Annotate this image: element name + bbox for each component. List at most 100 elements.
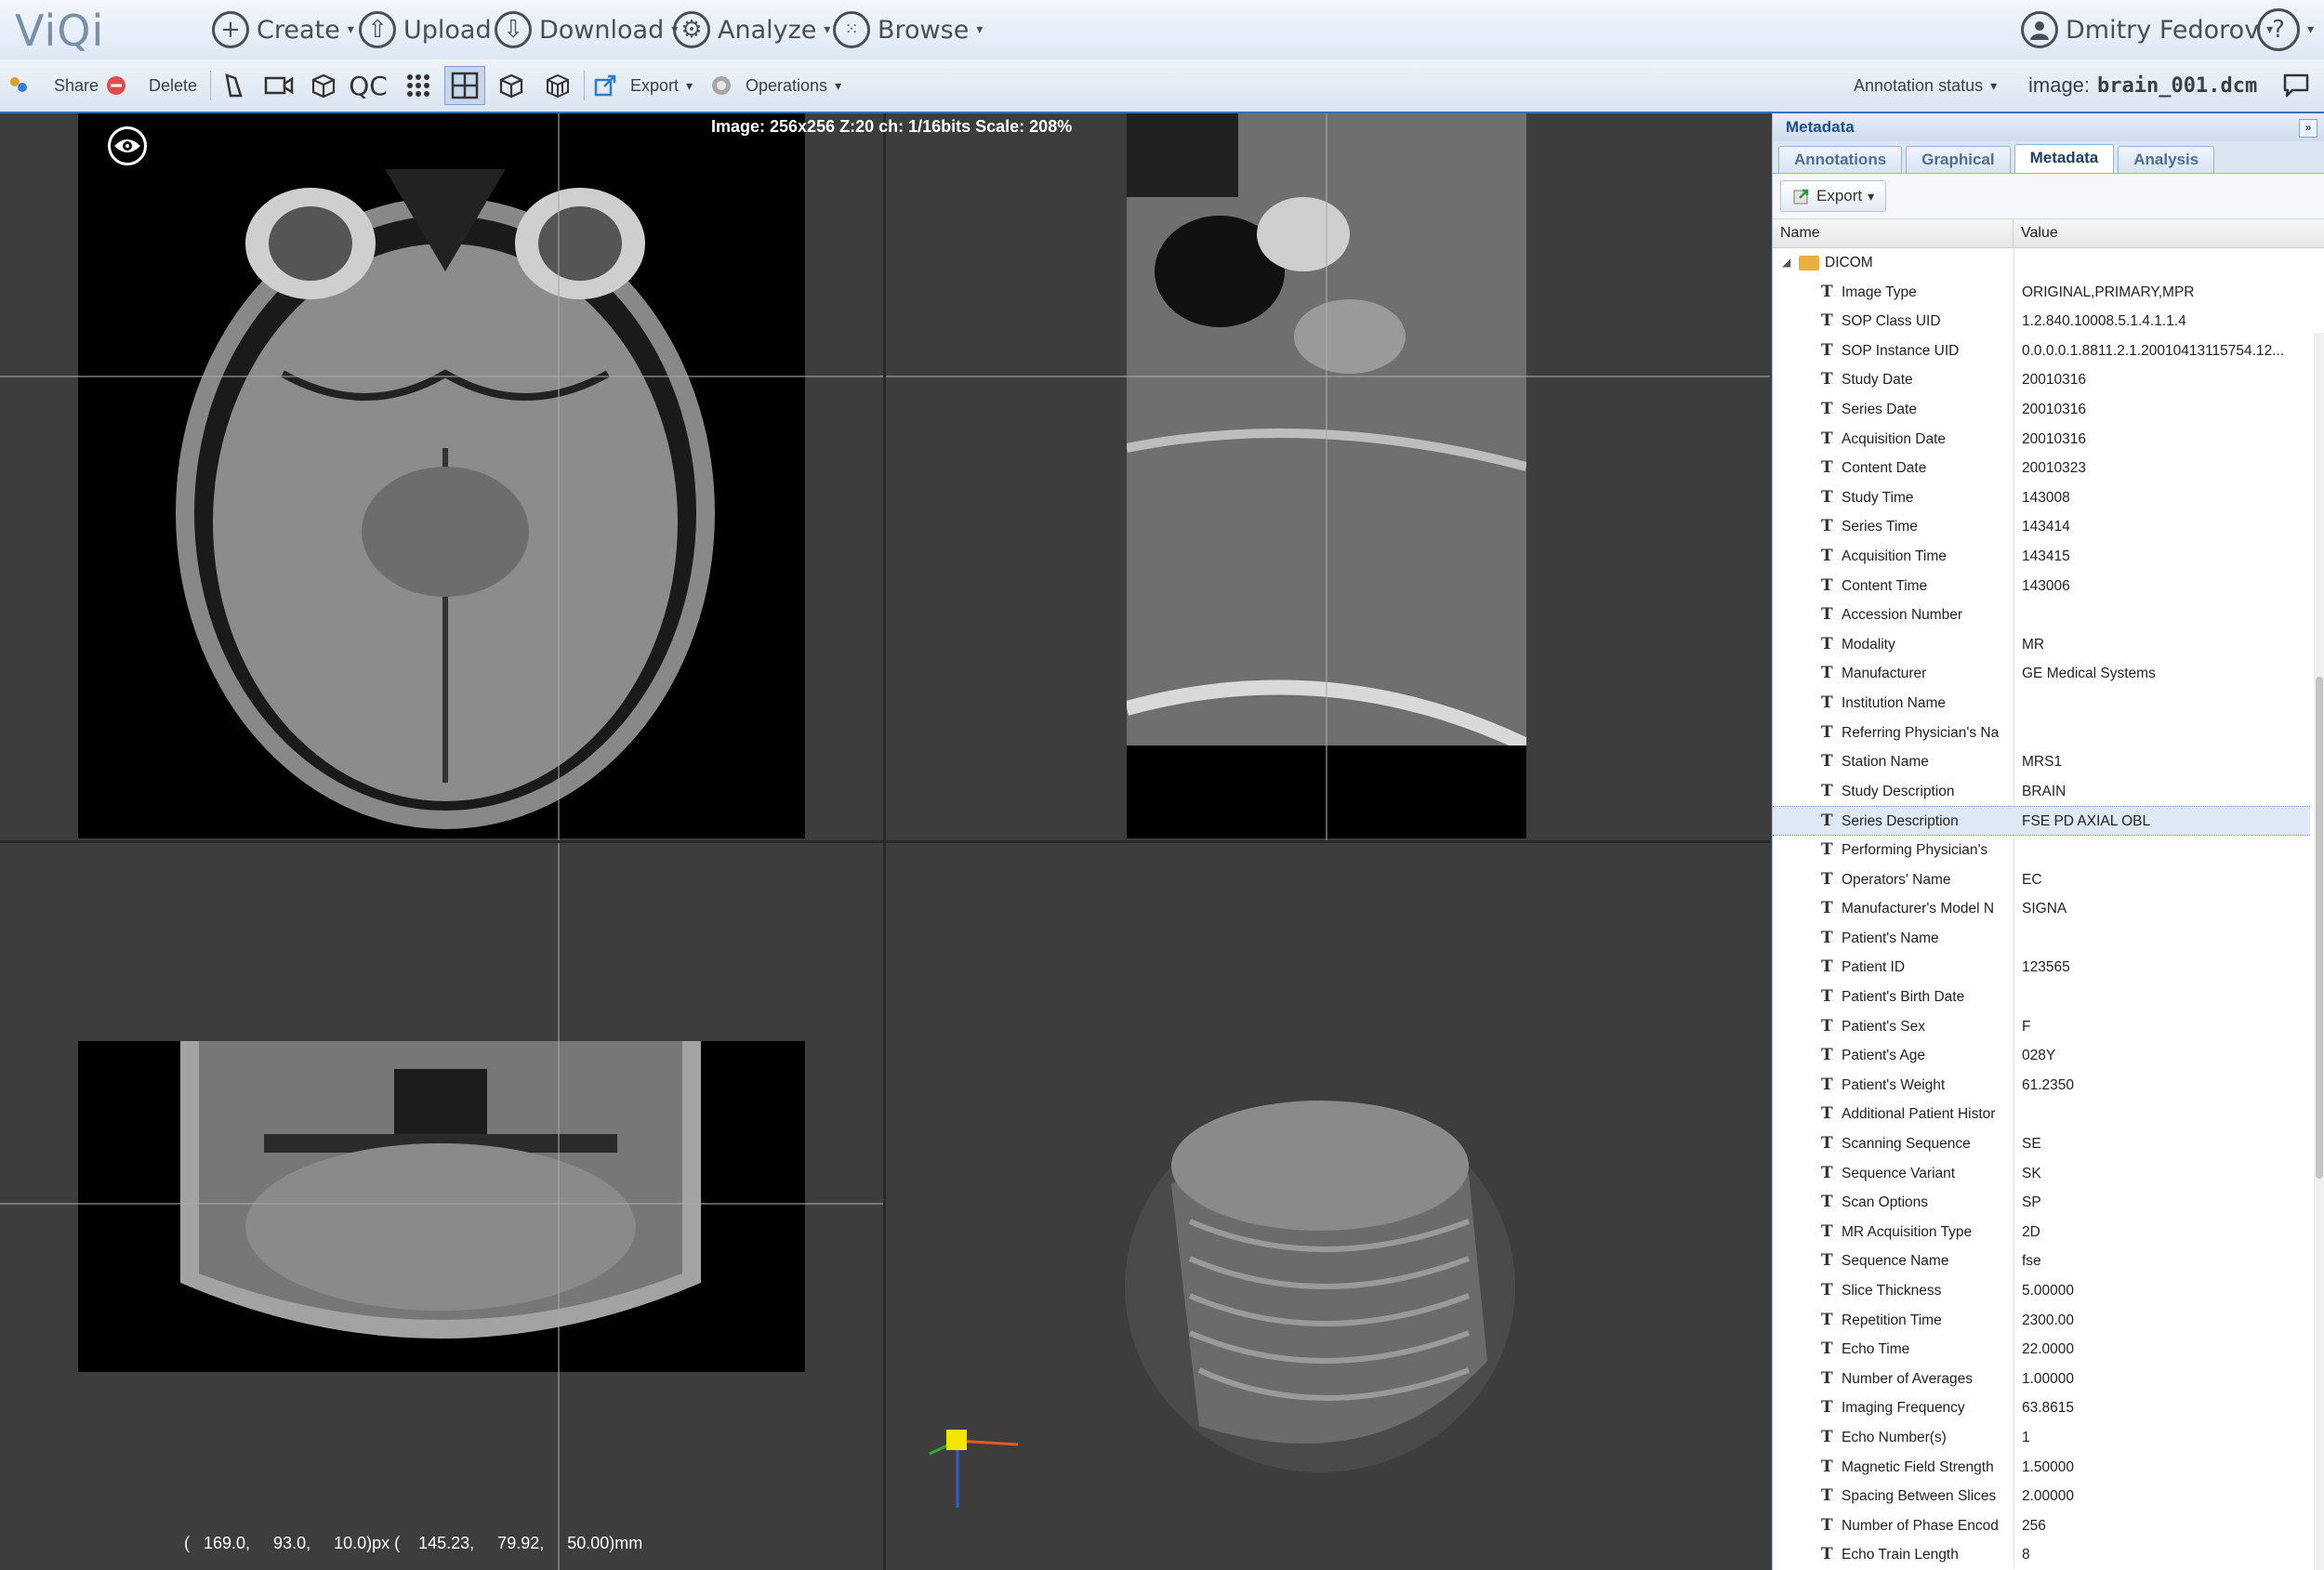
metadata-row[interactable]: T Institution Name [1773,689,2310,719]
create-menu[interactable]: + Create ▾ [212,7,354,52]
metadata-row[interactable]: T Repetition Time 2300.00 [1773,1306,2310,1336]
metadata-row[interactable]: T Series Date 20010316 [1773,395,2310,425]
metadata-row[interactable]: T Series Description FSE PD AXIAL OBL [1773,806,2310,836]
help-button[interactable]: ? ▾ [2257,7,2314,52]
metadata-row[interactable]: T Sequence Name fse [1773,1247,2310,1276]
volume-view-icon[interactable] [495,69,528,102]
axial-view-image[interactable] [78,113,805,838]
gear-icon: ⚙ [673,11,710,48]
metadata-row[interactable]: T Patient's Age 028Y [1773,1041,2310,1071]
metadata-row[interactable]: T Manufacturer GE Medical Systems [1773,659,2310,689]
share-button[interactable]: Share [7,59,99,112]
image-viewer[interactable]: Image: 256x256 Z:20 ch: 1/16bits Scale: … [0,113,1770,1570]
volume-render-icon[interactable] [541,69,574,102]
coronal-view-image[interactable] [78,1041,805,1372]
metadata-name: Number of Averages [1842,1370,1974,1387]
volume-render[interactable] [1097,1054,1543,1500]
2d-view-icon[interactable] [218,69,251,102]
four-panel-view-icon[interactable] [444,66,485,105]
operations-menu[interactable]: Operations ▾ [710,59,841,112]
qc-button[interactable]: QC [349,69,388,102]
metadata-row[interactable]: T Modality MR [1773,630,2310,660]
metadata-row[interactable]: T Station Name MRS1 [1773,747,2310,777]
metadata-row[interactable]: T Performing Physician's [1773,836,2310,865]
metadata-name: Acquisition Date [1842,430,1947,447]
text-type-icon: T [1821,575,1833,595]
metadata-row[interactable]: T Patient ID 123565 [1773,953,2310,983]
metadata-row[interactable]: T Content Time 143006 [1773,572,2310,601]
delete-button[interactable]: Delete [106,59,197,112]
metadata-value: MRS1 [2022,754,2063,771]
eye-icon[interactable] [108,126,147,165]
download-menu[interactable]: ⇩ Download ▾ [495,7,678,52]
tab-annotations[interactable]: Annotations [1778,146,1903,173]
metadata-row[interactable]: T SOP Class UID 1.2.840.10008.5.1.4.1.1.4 [1773,307,2310,336]
grid-view-icon[interactable] [402,69,435,102]
metadata-value: 20010316 [2022,430,2086,447]
column-header-value[interactable]: Value [2014,219,2058,247]
metadata-row[interactable]: T Scan Options SP [1773,1188,2310,1218]
export-menu[interactable]: Export ▾ [593,59,693,112]
metadata-row[interactable]: T Operators' Name EC [1773,865,2310,895]
metadata-row[interactable]: T Additional Patient Histor [1773,1100,2310,1129]
movie-icon[interactable] [262,69,296,102]
panel-toolbar: Export ▾ [1773,174,2324,219]
metadata-value: 143415 [2022,548,2070,564]
metadata-row[interactable]: T Study Time 143008 [1773,483,2310,513]
metadata-row[interactable]: T Image Type ORIGINAL,PRIMARY,MPR [1773,278,2310,308]
metadata-value: SE [2022,1136,2041,1152]
metadata-row[interactable]: T Spacing Between Slices 2.00000 [1773,1482,2310,1511]
metadata-row[interactable]: T Patient's Weight 61.2350 [1773,1071,2310,1101]
metadata-row[interactable]: T Acquisition Time 143415 [1773,542,2310,572]
user-menu[interactable]: Dmitry Fedorov ▾ [2021,7,2273,52]
analyze-menu[interactable]: ⚙ Analyze ▾ [673,7,830,52]
metadata-row[interactable]: T Scanning Sequence SE [1773,1129,2310,1159]
tab-metadata[interactable]: Metadata [2014,144,2115,173]
metadata-row[interactable]: T Study Date 20010316 [1773,365,2310,395]
tree-node-label: DICOM [1825,255,1873,270]
chat-icon[interactable] [2279,69,2313,102]
metadata-row[interactable]: T Manufacturer's Model N SIGNA [1773,894,2310,924]
tab-graphical[interactable]: Graphical [1906,146,2011,173]
app-logo[interactable]: ViQi [15,6,104,56]
metadata-row[interactable]: T Series Time 143414 [1773,512,2310,542]
metadata-row[interactable]: T Number of Phase Encod 256 [1773,1511,2310,1541]
tree-node-dicom[interactable]: ◢ DICOM [1773,248,2310,278]
annotation-status-menu[interactable]: Annotation status ▾ [1854,59,1997,112]
upload-menu[interactable]: ⇧ Upload [359,7,492,52]
metadata-row[interactable]: T Slice Thickness 5.00000 [1773,1276,2310,1306]
column-header-name[interactable]: Name [1773,219,2014,247]
metadata-row[interactable]: T Accession Number [1773,600,2310,630]
plus-icon: + [212,11,249,48]
metadata-row[interactable]: T Magnetic Field Strength 1.50000 [1773,1453,2310,1483]
3d-cube-icon[interactable] [307,69,340,102]
metadata-row[interactable]: T Acquisition Date 20010316 [1773,425,2310,455]
tab-analysis[interactable]: Analysis [2118,146,2215,173]
text-type-icon: T [1821,1016,1833,1036]
text-type-icon: T [1821,605,1833,625]
metadata-row[interactable]: T Echo Time 22.0000 [1773,1335,2310,1365]
metadata-row[interactable]: T Content Date 20010323 [1773,454,2310,483]
pane-divider-vertical [883,113,886,1570]
crosshair-horizontal-lower [0,1203,883,1205]
metadata-row[interactable]: T Referring Physician's Na [1773,719,2310,748]
metadata-export-button[interactable]: Export ▾ [1780,180,1887,212]
metadata-row[interactable]: T Patient's Sex F [1773,1012,2310,1042]
collapse-panel-button[interactable]: » [2299,119,2317,138]
scrollbar-thumb[interactable] [2316,677,2323,1179]
metadata-row[interactable]: T Echo Train Length 8 [1773,1540,2310,1570]
user-name: Dmitry Fedorov [2066,15,2260,45]
metadata-row[interactable]: T Sequence Variant SK [1773,1159,2310,1189]
metadata-row[interactable]: T Imaging Frequency 63.8615 [1773,1393,2310,1423]
metadata-row[interactable]: T Study Description BRAIN [1773,777,2310,807]
metadata-row[interactable]: T MR Acquisition Type 2D [1773,1218,2310,1247]
browse-menu[interactable]: ⁙ Browse ▾ [833,7,983,52]
expand-triangle-icon[interactable]: ◢ [1782,248,1790,278]
panel-scrollbar[interactable] [2314,333,2324,1570]
metadata-row[interactable]: T Patient's Birth Date [1773,983,2310,1012]
metadata-row[interactable]: T SOP Instance UID 0.0.0.0.1.8811.2.1.2001… [1773,336,2310,366]
metadata-row[interactable]: T Number of Averages 1.00000 [1773,1365,2310,1394]
metadata-row[interactable]: T Patient's Name [1773,924,2310,954]
cursor-coordinates: ( 169.0, 93.0, 10.0)px ( 145.23, 79.92, … [184,1534,643,1552]
metadata-row[interactable]: T Echo Number(s) 1 [1773,1423,2310,1453]
